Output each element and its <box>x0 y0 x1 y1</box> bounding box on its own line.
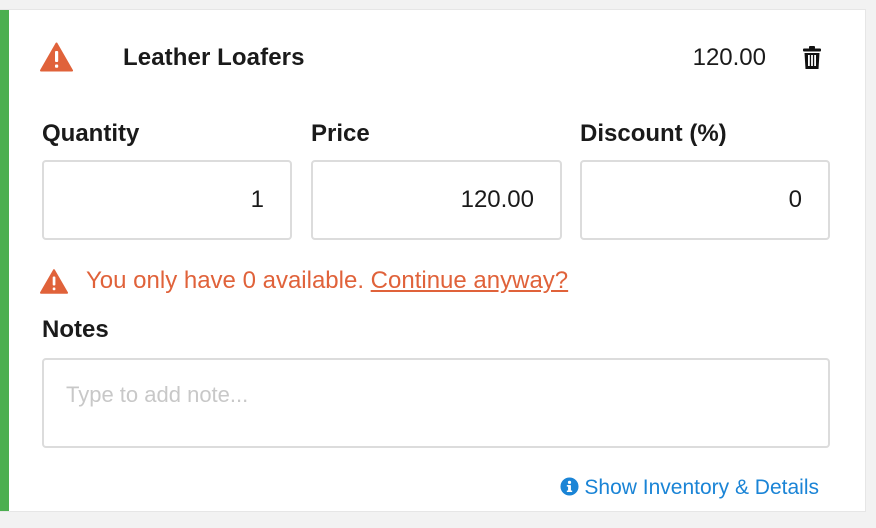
line-total: 120.00 <box>692 44 766 71</box>
continue-anyway-link[interactable]: Continue anyway? <box>371 267 568 294</box>
show-inventory-details-label: Show Inventory & Details <box>584 476 819 499</box>
line-item-card: Leather Loafers 120.00 Quantity Price Di… <box>0 9 866 512</box>
warning-icon <box>40 42 73 72</box>
info-icon <box>560 477 579 496</box>
product-name: Leather Loafers <box>123 44 305 71</box>
stock-warning-message: You only have 0 available. <box>86 267 364 294</box>
discount-label: Discount (%) <box>580 120 727 147</box>
stock-warning-text: You only have 0 available. Continue anyw… <box>86 267 568 295</box>
notes-label: Notes <box>42 316 109 343</box>
trash-icon[interactable] <box>802 46 822 70</box>
status-accent-bar <box>0 10 9 511</box>
line-item-header: Leather Loafers 120.00 <box>40 40 830 80</box>
quantity-input[interactable]: 1 <box>42 160 292 240</box>
quantity-label: Quantity <box>42 120 140 147</box>
show-inventory-details-link[interactable]: Show Inventory & Details <box>560 476 819 504</box>
discount-input[interactable]: 0 <box>580 160 830 240</box>
notes-input[interactable]: Type to add note... <box>42 358 830 448</box>
price-input[interactable]: 120.00 <box>311 160 562 240</box>
price-label: Price <box>311 120 370 147</box>
warning-icon <box>40 269 68 294</box>
